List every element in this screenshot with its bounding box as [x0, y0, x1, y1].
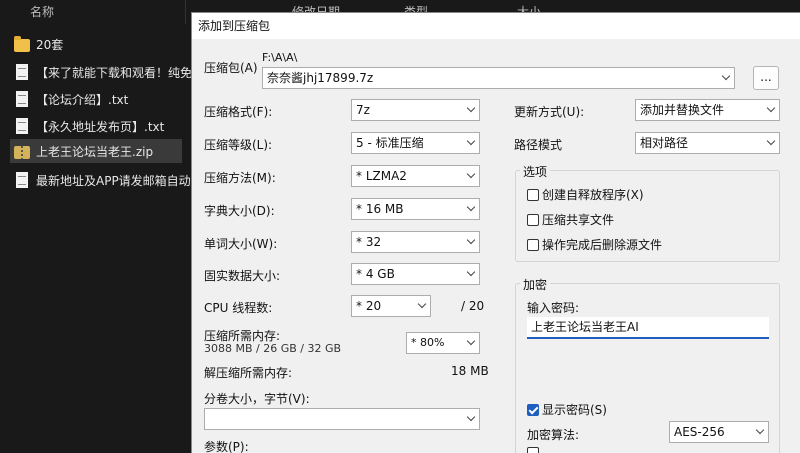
memory-percent-combo[interactable]: * 80%	[406, 332, 480, 354]
password-input[interactable]: 上老王论坛当老王AI	[527, 317, 769, 339]
delete-after-checkbox-label: 操作完成后删除源文件	[542, 238, 663, 252]
file-name: 20套	[36, 37, 64, 52]
chevron-down-icon[interactable]	[767, 138, 775, 146]
memory-percent-value: * 80%	[411, 336, 445, 349]
column-separator[interactable]	[185, 0, 186, 24]
document-icon	[16, 118, 28, 134]
show-password-label: 显示密码(S)	[542, 403, 607, 417]
decompress-memory-label: 解压缩所需内存:	[204, 366, 293, 380]
file-name: 【来了就能下载和观看！纯免费	[36, 65, 194, 80]
file-name: 【论坛介绍】.txt	[36, 92, 129, 107]
method-label: 压缩方法(M):	[204, 171, 276, 185]
file-name: 【永久地址发布页】.txt	[36, 119, 165, 134]
chevron-down-icon[interactable]	[467, 269, 475, 277]
column-header-name[interactable]: 名称	[30, 0, 54, 24]
delete-after-checkbox[interactable]: 操作完成后删除源文件	[527, 236, 662, 253]
archive-label: 压缩包(A)	[204, 61, 258, 75]
cpu-threads-combo[interactable]: * 20	[351, 295, 431, 317]
chevron-down-icon[interactable]	[467, 237, 475, 245]
format-combo[interactable]: 7z	[351, 99, 480, 121]
shared-files-checkbox[interactable]: 压缩共享文件	[527, 211, 614, 228]
level-value: 5 - 标准压缩	[356, 136, 424, 150]
password-label: 输入密码:	[527, 301, 580, 315]
volume-size-combo[interactable]	[204, 408, 480, 430]
chevron-down-icon[interactable]	[467, 338, 475, 346]
encrypt-filenames-checkbox[interactable]	[527, 447, 542, 453]
update-mode-label: 更新方式(U):	[514, 105, 585, 119]
method-value: * LZMA2	[356, 169, 407, 183]
cpu-threads-label: CPU 线程数:	[204, 301, 273, 315]
chevron-down-icon[interactable]	[467, 171, 475, 179]
decompress-memory-value: 18 MB	[451, 364, 489, 378]
file-row[interactable]: 最新地址及APP请发邮箱自动获	[14, 168, 194, 192]
method-combo[interactable]: * LZMA2	[351, 165, 480, 187]
encryption-method-label: 加密算法:	[527, 428, 580, 442]
memory-detail: 3088 MB / 26 GB / 32 GB	[204, 342, 342, 355]
chevron-down-icon[interactable]	[756, 427, 764, 435]
path-mode-value: 相对路径	[640, 136, 689, 150]
level-combo[interactable]: 5 - 标准压缩	[351, 132, 480, 154]
word-size-value: * 32	[356, 235, 382, 249]
show-password-checkbox[interactable]: 显示密码(S)	[527, 401, 607, 418]
solid-block-label: 固实数据大小:	[204, 269, 281, 283]
parameters-label: 参数(P):	[204, 440, 249, 453]
chevron-down-icon[interactable]	[418, 301, 426, 309]
path-mode-label: 路径模式	[514, 138, 563, 152]
file-row[interactable]: 【来了就能下载和观看！纯免费	[14, 60, 194, 84]
folder-icon	[14, 35, 30, 52]
chevron-down-icon[interactable]	[767, 105, 775, 113]
file-row[interactable]: 20套	[14, 32, 194, 56]
dictionary-combo[interactable]: * 16 MB	[351, 198, 480, 220]
update-mode-combo[interactable]: 添加并替换文件	[635, 99, 780, 121]
level-label: 压缩等级(L):	[204, 138, 273, 152]
encryption-method-value: AES-256	[674, 425, 725, 439]
archive-path: F:\A\A\	[262, 51, 298, 64]
sfx-checkbox-label: 创建自释放程序(X)	[542, 188, 644, 202]
format-value: 7z	[356, 103, 370, 117]
dialog-title[interactable]: 添加到压缩包	[192, 13, 800, 39]
file-row[interactable]: 【永久地址发布页】.txt	[14, 114, 194, 138]
chevron-down-icon[interactable]	[467, 204, 475, 212]
solid-block-value: * 4 GB	[356, 267, 395, 281]
dictionary-label: 字典大小(D):	[204, 204, 275, 218]
encryption-method-combo[interactable]: AES-256	[669, 421, 769, 443]
sfx-checkbox[interactable]: 创建自释放程序(X)	[527, 186, 644, 203]
chevron-down-icon[interactable]	[467, 414, 475, 422]
chevron-down-icon[interactable]	[467, 138, 475, 146]
shared-files-checkbox-label: 压缩共享文件	[542, 213, 615, 227]
encryption-title: 加密	[520, 276, 551, 293]
volume-size-label: 分卷大小，字节(V):	[204, 392, 310, 406]
dictionary-value: * 16 MB	[356, 202, 404, 216]
document-icon	[16, 64, 28, 80]
chevron-down-icon[interactable]	[467, 105, 475, 113]
archive-name-combo[interactable]: 奈奈酱jhj17899.7z	[262, 67, 735, 89]
update-mode-value: 添加并替换文件	[640, 103, 725, 117]
checkbox-checked-icon[interactable]	[527, 403, 539, 416]
file-name: 上老王论坛当老王.zip	[36, 144, 154, 159]
zip-icon	[14, 145, 30, 159]
path-mode-combo[interactable]: 相对路径	[635, 132, 780, 154]
cpu-threads-value: * 20	[356, 299, 382, 313]
options-title: 选项	[520, 163, 551, 180]
checkbox-box[interactable]	[527, 188, 539, 201]
word-size-combo[interactable]: * 32	[351, 231, 480, 253]
cpu-threads-max: / 20	[461, 299, 485, 313]
browse-button[interactable]: ...	[753, 66, 779, 90]
file-row[interactable]: 【论坛介绍】.txt	[14, 87, 194, 111]
file-name: 最新地址及APP请发邮箱自动获	[36, 173, 194, 188]
checkbox-box[interactable]	[527, 213, 539, 226]
document-icon	[16, 172, 28, 188]
checkbox-box[interactable]	[527, 238, 539, 251]
add-to-archive-dialog: 添加到压缩包 压缩包(A) F:\A\A\ 奈奈酱jhj17899.7z ...…	[191, 12, 800, 453]
file-row-selected[interactable]: 上老王论坛当老王.zip	[10, 139, 182, 163]
word-size-label: 单词大小(W):	[204, 237, 278, 251]
archive-name-value: 奈奈酱jhj17899.7z	[267, 71, 374, 85]
checkbox-box[interactable]	[527, 447, 539, 453]
document-icon	[16, 91, 28, 107]
chevron-down-icon[interactable]	[722, 73, 730, 81]
solid-block-combo[interactable]: * 4 GB	[351, 263, 480, 285]
format-label: 压缩格式(F):	[204, 105, 273, 119]
